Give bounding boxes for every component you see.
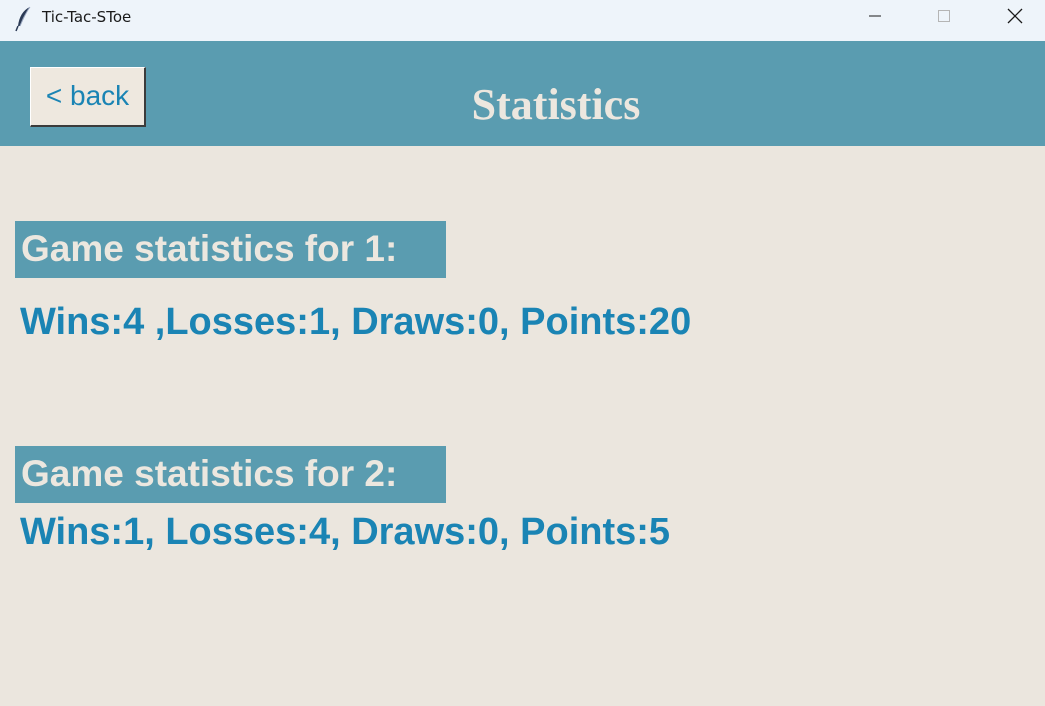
- minimize-icon: [867, 8, 883, 29]
- maximize-button[interactable]: [921, 0, 967, 36]
- header-bar: < back Statistics: [0, 41, 1045, 146]
- player-1-stats-heading: Game statistics for 1:: [15, 221, 446, 278]
- page-title: Statistics: [471, 80, 641, 129]
- player-2-stats-heading: Game statistics for 2:: [15, 446, 446, 503]
- player-2-stats-line: Wins:1, Losses:4, Draws:0, Points:5: [20, 511, 671, 553]
- close-icon: [1006, 7, 1024, 30]
- window-title: Tic-Tac-SToe: [42, 8, 132, 26]
- player-1-stats-line: Wins:4 ,Losses:1, Draws:0, Points:20: [20, 301, 692, 343]
- title-bar: Tic-Tac-SToe: [0, 0, 1045, 41]
- maximize-icon: [936, 8, 952, 29]
- minimize-button[interactable]: [852, 0, 898, 36]
- feather-icon: [14, 6, 34, 32]
- close-button[interactable]: [992, 0, 1038, 36]
